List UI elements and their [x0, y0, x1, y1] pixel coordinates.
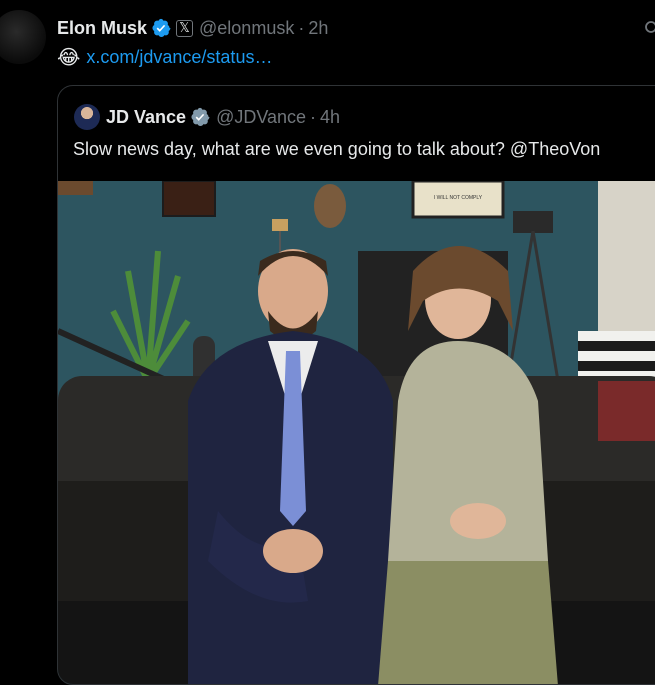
- quote-separator: ·: [310, 106, 317, 127]
- author-name[interactable]: Elon Musk: [57, 18, 147, 39]
- author-handle[interactable]: @elonmusk: [199, 18, 294, 39]
- author-avatar[interactable]: [0, 10, 46, 64]
- photo-sign: I WILL NOT COMPLY: [434, 195, 483, 201]
- quote-text: Slow news day, what are we even going to…: [73, 139, 601, 159]
- tweet-link[interactable]: x.com/jdvance/status…: [86, 47, 272, 68]
- quote-photo[interactable]: I WILL NOT COMPLY: [58, 181, 655, 685]
- tweet-header: Elon Musk 𝕏 @elonmusk · 2h: [57, 16, 328, 40]
- tweet-body: 😂 x.com/jdvance/status…: [57, 45, 272, 70]
- x-affiliate-icon[interactable]: 𝕏: [176, 19, 194, 37]
- separator: ·: [298, 17, 305, 38]
- quote-header: JD Vance @JDVance · 4h: [74, 104, 340, 130]
- quote-author-name[interactable]: JD Vance: [106, 107, 186, 128]
- quote-time[interactable]: 4h: [320, 107, 340, 128]
- quoted-tweet[interactable]: JD Vance @JDVance · 4h Slow news day, wh…: [57, 85, 655, 685]
- search-icon[interactable]: [643, 20, 655, 36]
- laughing-emoji-icon: 😂: [57, 47, 81, 69]
- verified-gray-badge-icon[interactable]: [190, 107, 210, 127]
- verified-badge-icon[interactable]: [151, 18, 171, 38]
- quote-author-handle[interactable]: @JDVance: [216, 107, 306, 128]
- tweet-time[interactable]: 2h: [308, 18, 328, 39]
- quote-author-avatar[interactable]: [74, 104, 100, 130]
